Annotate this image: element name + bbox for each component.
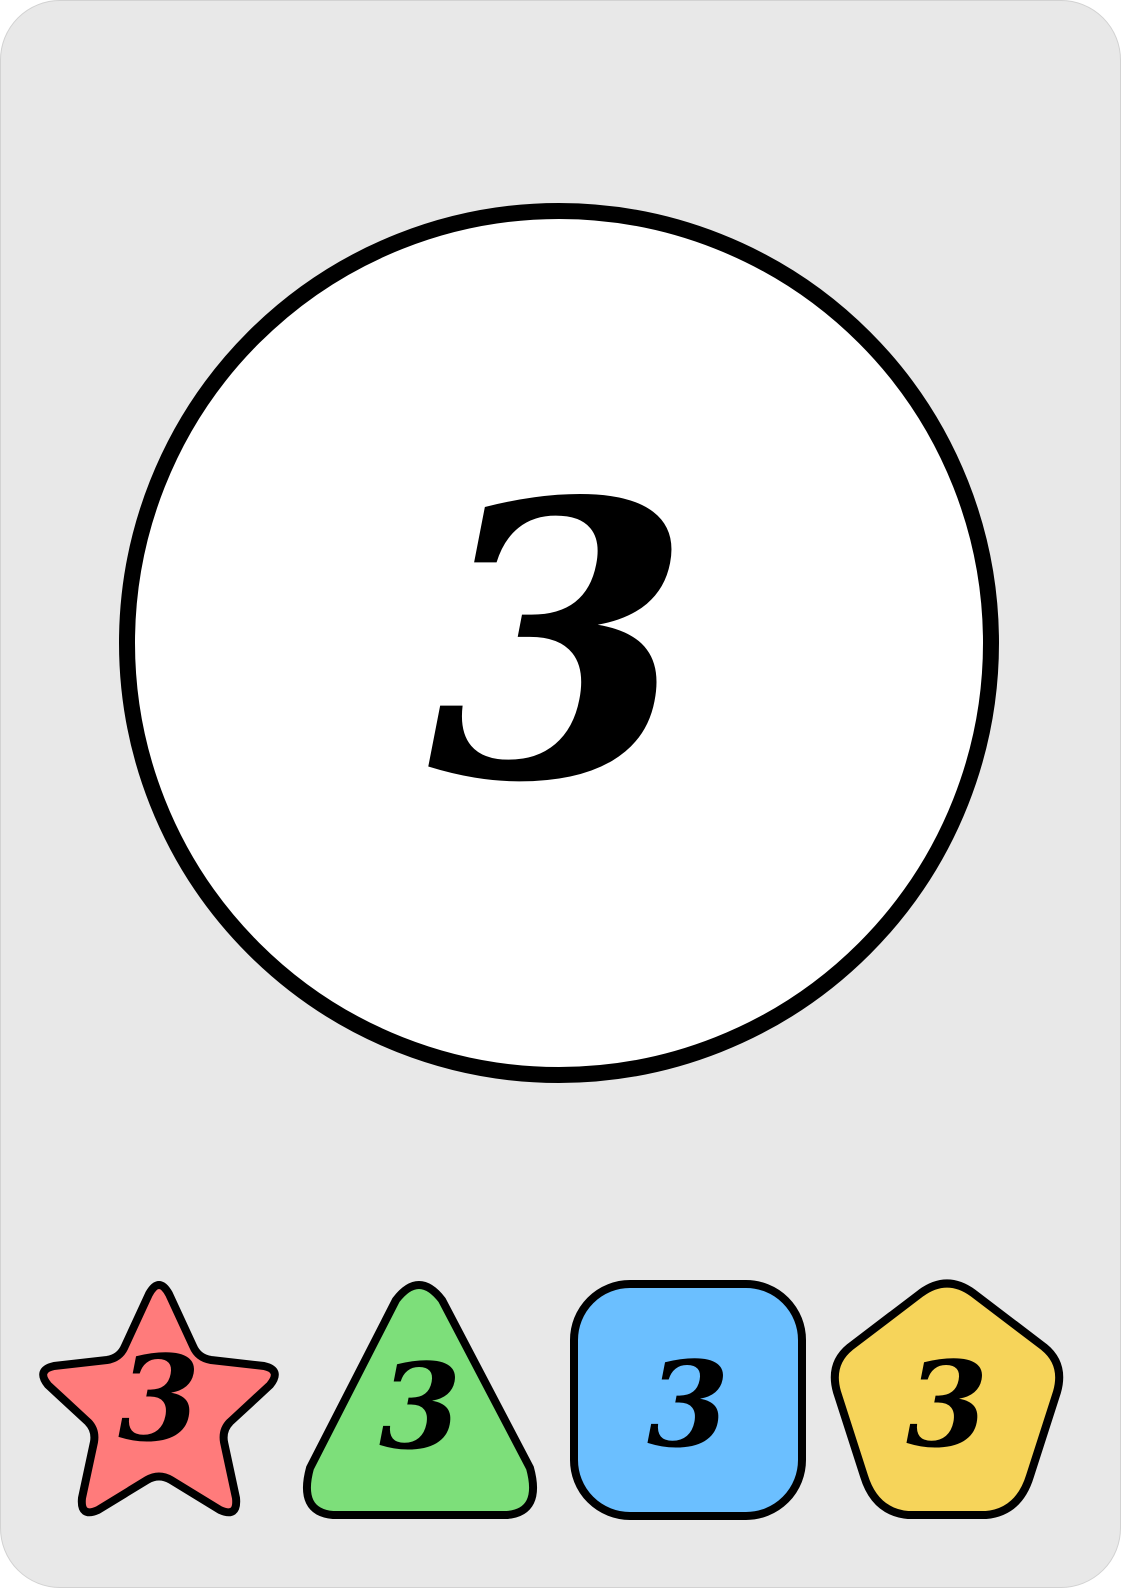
- center-circle: 3: [119, 203, 999, 1083]
- card-number: 3: [426, 419, 692, 866]
- number-card[interactable]: 3: [0, 0, 1121, 1588]
